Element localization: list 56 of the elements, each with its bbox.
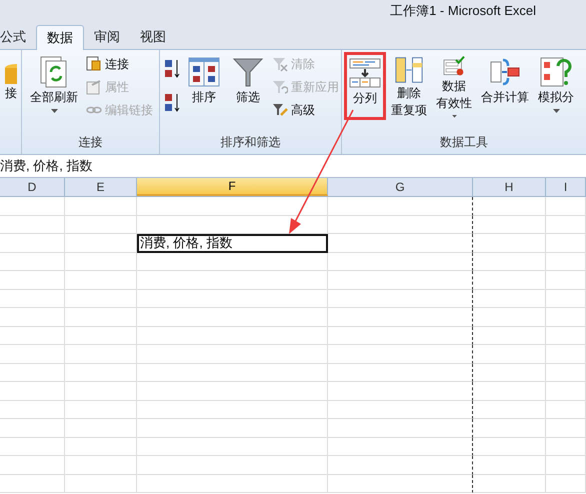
grid-cell[interactable] <box>328 308 473 326</box>
group-label: 排序和筛选 <box>220 134 280 151</box>
group-label: 数据工具 <box>440 134 488 151</box>
sort-icon <box>188 56 220 88</box>
grid-cell[interactable] <box>328 474 473 493</box>
properties-icon <box>86 78 102 94</box>
active-cell[interactable]: 消费, 价格, 指数 <box>137 234 328 252</box>
column-header[interactable]: D <box>0 178 65 196</box>
what-if-icon <box>540 56 572 88</box>
column-header[interactable]: H <box>473 178 546 196</box>
grid-cell[interactable] <box>328 326 473 345</box>
ribbon-button[interactable]: 筛选 <box>228 52 268 120</box>
grid-cell[interactable] <box>328 234 473 252</box>
filter-icon <box>232 56 264 88</box>
ribbon-button[interactable]: 全部刷新 <box>26 52 82 120</box>
consolidate-icon <box>489 56 521 88</box>
ribbon-button[interactable]: 排序 <box>184 52 224 120</box>
clear-filter-icon <box>272 56 288 72</box>
grid-cell[interactable] <box>328 419 473 438</box>
grid-cell[interactable] <box>328 345 473 364</box>
ribbon-tab[interactable]: 审阅 <box>84 24 130 49</box>
ribbon-tab[interactable]: 数据 <box>36 25 84 50</box>
grid-cell[interactable] <box>328 438 473 456</box>
column-header[interactable]: F <box>137 178 328 196</box>
ribbon-button[interactable]: 合并计算 <box>477 52 533 120</box>
text-to-columns-icon <box>349 57 381 89</box>
ribbon-button[interactable]: 接 <box>1 52 21 120</box>
ribbon-small-button[interactable]: 连接 <box>86 54 153 73</box>
connections-icon <box>86 56 102 72</box>
ribbon-button[interactable]: 数据 有效性 <box>432 52 476 120</box>
ribbon-small-button[interactable]: 高级 <box>272 100 339 119</box>
ribbon-tab[interactable]: 视图 <box>130 24 176 49</box>
sort-descending-icon[interactable] <box>164 92 180 114</box>
grid-cell[interactable] <box>328 456 473 474</box>
column-header[interactable]: G <box>328 178 473 196</box>
grid-cell[interactable] <box>328 290 473 308</box>
ribbon-button[interactable]: 模拟分 <box>534 52 578 120</box>
formula-bar-text: 消费, 价格, 指数 <box>0 157 92 176</box>
remove-duplicates-icon <box>393 56 425 84</box>
grid-cell[interactable] <box>328 382 473 400</box>
ribbon-button[interactable]: 删除 重复项 <box>387 52 431 120</box>
ribbon-button[interactable]: 分列 <box>344 52 386 120</box>
grid-cell[interactable] <box>328 216 473 234</box>
sort-ascending-icon[interactable] <box>164 58 180 80</box>
reapply-icon <box>272 78 288 94</box>
ribbon-tab[interactable]: 公式 <box>0 24 36 49</box>
grid-cell[interactable] <box>328 364 473 382</box>
column-header[interactable]: I <box>546 178 586 196</box>
advanced-filter-icon <box>272 102 288 118</box>
grid-cell[interactable] <box>328 252 473 271</box>
window-title: 工作簿1 - Microsoft Excel <box>390 2 536 20</box>
grid-cell[interactable] <box>328 197 473 216</box>
group-label: 连接 <box>78 134 102 151</box>
grid-cell[interactable] <box>328 400 473 419</box>
grid-cell[interactable] <box>328 271 473 290</box>
database-icon <box>5 64 17 84</box>
